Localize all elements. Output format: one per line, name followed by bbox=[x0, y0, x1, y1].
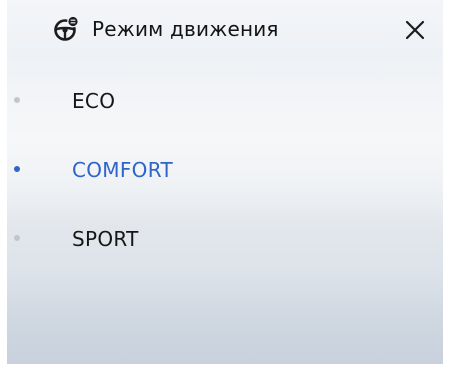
panel-title: Режим движения bbox=[92, 17, 279, 41]
mode-indicator-dot bbox=[14, 235, 20, 241]
close-icon[interactable] bbox=[401, 16, 429, 44]
panel-header: Режим движения bbox=[7, 0, 443, 60]
mode-item-eco[interactable]: ECO bbox=[7, 78, 443, 124]
mode-item-sport[interactable]: SPORT bbox=[7, 216, 443, 262]
mode-label: ECO bbox=[72, 89, 116, 113]
drive-mode-panel: Режим движения ECO COMFORT SPORT bbox=[7, 0, 443, 364]
mode-label: COMFORT bbox=[72, 158, 173, 182]
steering-wheel-icon bbox=[54, 15, 79, 41]
mode-indicator-dot bbox=[14, 166, 20, 172]
mode-label: SPORT bbox=[72, 227, 139, 251]
mode-item-comfort[interactable]: COMFORT bbox=[7, 147, 443, 193]
mode-indicator-dot bbox=[14, 97, 20, 103]
